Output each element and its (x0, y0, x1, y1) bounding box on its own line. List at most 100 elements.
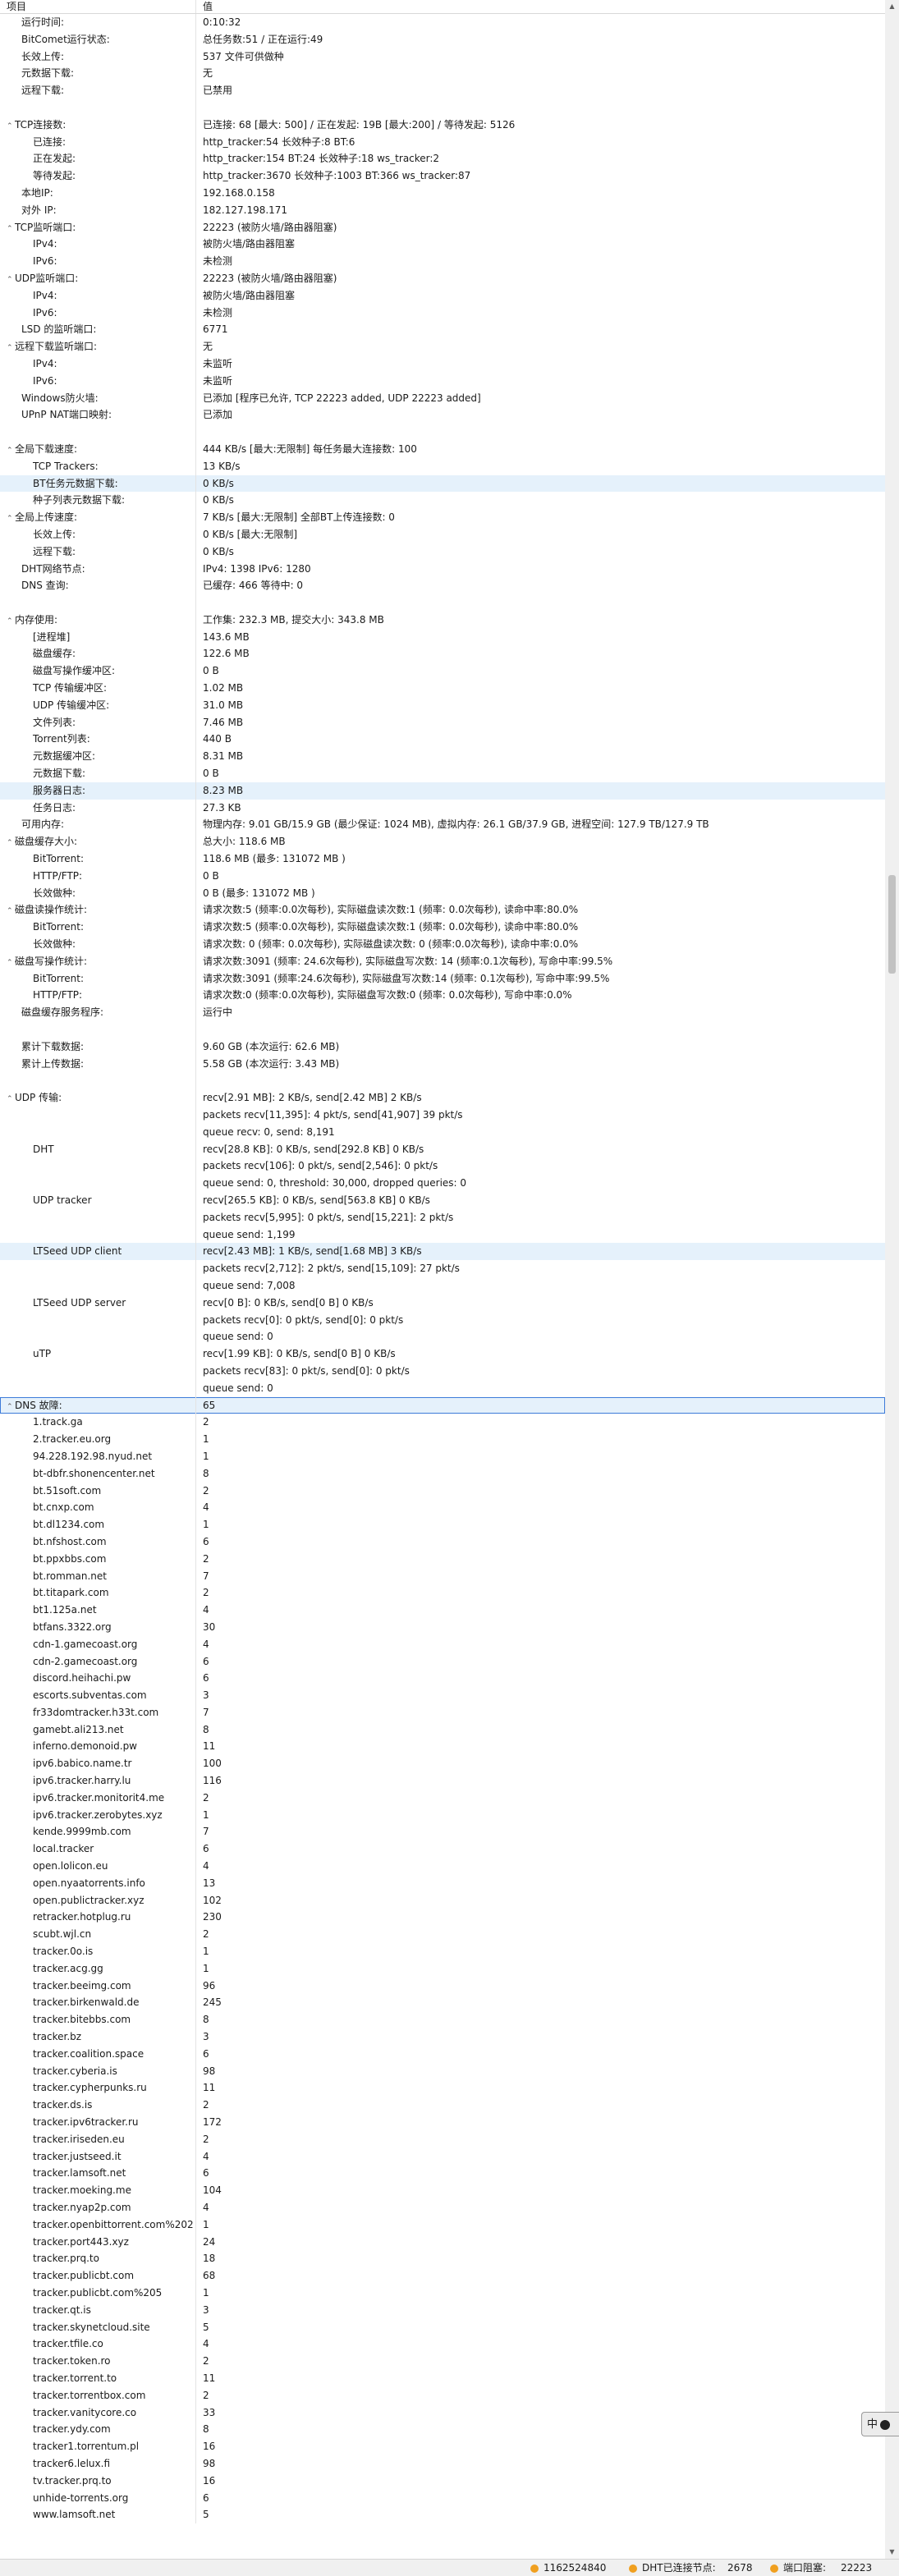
table-row[interactable]: DNS 查询: 已缓存: 466 等待中: 0 (0, 577, 885, 595)
table-row[interactable]: local.tracker 6 (0, 1840, 885, 1859)
table-row[interactable]: tracker.qt.is 3 (0, 2301, 885, 2319)
table-row[interactable]: 元数据缓冲区: 8.31 MB (0, 748, 885, 766)
table-row[interactable] (0, 424, 885, 441)
table-row[interactable]: packets recv[0]: 0 pkt/s, send[0]: 0 pkt… (0, 1311, 885, 1329)
table-row[interactable]: Windows防火墙: 已添加 [程序已允许, TCP 22223 added, … (0, 389, 885, 407)
table-row[interactable]: queue send: 1,199 (0, 1226, 885, 1244)
table-row[interactable]: tracker.openbittorrent.com%202 1 (0, 2216, 885, 2234)
table-row[interactable]: tracker.0o.is 1 (0, 1943, 885, 1960)
table-row[interactable]: 远程下载: 已禁用 (0, 82, 885, 99)
collapse-toggle-icon[interactable]: ⌃ (7, 272, 15, 287)
column-header-item[interactable]: 项目 (0, 0, 196, 13)
table-row[interactable]: 磁盘缓存: 122.6 MB (0, 645, 885, 663)
table-row[interactable]: ⌃ 磁盘读操作统计: 请求次数:5 (频率:0.0次每秒), 实际磁盘读次数:1 (… (0, 901, 885, 919)
table-row[interactable]: BitTorrent: 请求次数:5 (频率:0.0次每秒), 实际磁盘读次数:1… (0, 919, 885, 937)
table-row[interactable]: tracker.publicbt.com 68 (0, 2267, 885, 2285)
table-row[interactable]: bt.51soft.com 2 (0, 1482, 885, 1500)
table-row[interactable]: 长效上传: 537 文件可供做种 (0, 48, 885, 66)
table-row[interactable]: tracker1.torrentum.pl 16 (0, 2438, 885, 2455)
table-row[interactable]: tracker.birkenwald.de 245 (0, 1994, 885, 2012)
table-row[interactable]: IPv6: 未检测 (0, 253, 885, 270)
table-row[interactable]: ipv6.tracker.zerobytes.xyz 1 (0, 1806, 885, 1824)
table-row[interactable]: 累计下载数据: 9.60 GB (本次运行: 62.6 MB) (0, 1038, 885, 1056)
table-row[interactable]: tracker.acg.gg 1 (0, 1960, 885, 1978)
collapse-toggle-icon[interactable]: ⌃ (7, 511, 15, 526)
table-row[interactable]: fr33domtracker.h33t.com 7 (0, 1703, 885, 1721)
table-row[interactable]: TCP 传输缓冲区: 1.02 MB (0, 680, 885, 697)
table-row[interactable]: 正在发起: http_tracker:154 BT:24 长效种子:18 ws_t… (0, 150, 885, 168)
table-row[interactable]: ⌃ TCP监听端口: 22223 (被防火墙/路由器阻塞) (0, 218, 885, 236)
table-row[interactable]: ⌃ 磁盘缓存大小: 总大小: 118.6 MB (0, 833, 885, 851)
table-row[interactable]: queue send: 0 (0, 1379, 885, 1397)
table-row[interactable]: 远程下载: 0 KB/s (0, 543, 885, 561)
table-row[interactable]: tracker.token.ro 2 (0, 2353, 885, 2370)
table-row[interactable]: tv.tracker.prq.to 16 (0, 2472, 885, 2490)
collapse-toggle-icon[interactable]: ⌃ (7, 442, 15, 458)
table-row[interactable]: DHT网络节点: IPv4: 1398 IPv6: 1280 (0, 560, 885, 578)
table-row[interactable]: ⌃ 全局下载速度: 444 KB/s [最大:无限制] 每任务最大连接数: 100 (0, 440, 885, 458)
table-row[interactable]: www.lamsoft.net 5 (0, 2506, 885, 2524)
table-row[interactable]: tracker.cyberia.is 98 (0, 2062, 885, 2080)
table-row[interactable]: tracker.skynetcloud.site 5 (0, 2318, 885, 2336)
table-row[interactable] (0, 594, 885, 612)
table-row[interactable]: LTSeed UDP client recv[2.43 MB]: 1 KB/s, … (0, 1243, 885, 1261)
table-row[interactable]: [进程堆] 143.6 MB (0, 628, 885, 646)
table-row[interactable]: 1.track.ga 2 (0, 1414, 885, 1432)
table-row[interactable]: packets recv[83]: 0 pkt/s, send[0]: 0 pk… (0, 1362, 885, 1380)
table-row[interactable]: HTTP/FTP: 请求次数:0 (频率:0.0次每秒), 实际磁盘写次数:0 (… (0, 987, 885, 1005)
table-row[interactable]: tracker.torrent.to 11 (0, 2369, 885, 2387)
collapse-toggle-icon[interactable]: ⌃ (7, 613, 15, 629)
table-row[interactable]: ipv6.babico.name.tr 100 (0, 1755, 885, 1773)
table-row[interactable]: ipv6.tracker.harry.lu 116 (0, 1772, 885, 1790)
table-row[interactable]: IPv4: 被防火墙/路由器阻塞 (0, 286, 885, 305)
table-row[interactable]: tracker.vanitycore.co 33 (0, 2404, 885, 2422)
table-row[interactable]: ⌃ UDP监听端口: 22223 (被防火墙/路由器阻塞) (0, 269, 885, 287)
table-row[interactable]: bt.nfshost.com 6 (0, 1533, 885, 1551)
table-row[interactable]: 94.228.192.98.nyud.net 1 (0, 1447, 885, 1465)
table-row[interactable]: queue send: 7,008 (0, 1277, 885, 1295)
table-row[interactable]: LTSeed UDP server recv[0 B]: 0 KB/s, send… (0, 1294, 885, 1312)
table-row[interactable]: UDP 传输缓冲区: 31.0 MB (0, 696, 885, 714)
table-row[interactable]: IPv6: 未监听 (0, 372, 885, 390)
table-row[interactable]: tracker.lamsoft.net 6 (0, 2165, 885, 2183)
table-row[interactable]: 文件列表: 7.46 MB (0, 713, 885, 731)
table-row[interactable]: IPv4: 被防火墙/路由器阻塞 (0, 236, 885, 254)
table-row[interactable]: 磁盘写操作缓冲区: 0 B (0, 662, 885, 681)
table-row[interactable]: cdn-1.gamecoast.org 4 (0, 1635, 885, 1653)
table-row[interactable]: DHT recv[28.8 KB]: 0 KB/s, send[292.8 KB]… (0, 1140, 885, 1158)
table-row[interactable]: UDP tracker recv[265.5 KB]: 0 KB/s, send[… (0, 1191, 885, 1209)
table-row[interactable]: inferno.demonoid.pw 11 (0, 1738, 885, 1756)
table-row[interactable]: ⌃ 磁盘写操作统计: 请求次数:3091 (频率: 24.6次每秒), 实际磁盘写次… (0, 952, 885, 970)
collapse-toggle-icon[interactable]: ⌃ (7, 1091, 15, 1107)
table-row[interactable]: BT任务元数据下载: 0 KB/s (0, 474, 885, 493)
table-row[interactable]: 元数据下载: 0 B (0, 765, 885, 782)
table-row[interactable]: btfans.3322.org 30 (0, 1618, 885, 1636)
table-row[interactable]: discord.heihachi.pw 6 (0, 1670, 885, 1688)
table-row[interactable]: 2.tracker.eu.org 1 (0, 1431, 885, 1448)
table-row[interactable]: tracker.ds.is 2 (0, 2097, 885, 2115)
table-row[interactable]: tracker.coalition.space 6 (0, 2045, 885, 2063)
table-row[interactable]: IPv4: 未监听 (0, 355, 885, 373)
table-row[interactable] (0, 1021, 885, 1038)
table-row[interactable]: bt.cnxp.com 4 (0, 1499, 885, 1517)
scroll-down-arrow-icon[interactable]: ▼ (885, 2546, 899, 2559)
table-row[interactable]: tracker6.lelux.fi 98 (0, 2455, 885, 2473)
table-row[interactable]: tracker.beeimg.com 96 (0, 1977, 885, 1995)
vertical-scrollbar[interactable]: ▲ ▼ (885, 0, 899, 2559)
collapse-toggle-icon[interactable]: ⌃ (7, 221, 15, 236)
collapse-toggle-icon[interactable]: ⌃ (7, 903, 15, 919)
table-row[interactable]: TCP Trackers: 13 KB/s (0, 457, 885, 475)
table-row[interactable]: ⌃ 远程下载监听端口: 无 (0, 338, 885, 355)
collapse-toggle-icon[interactable]: ⌃ (7, 340, 15, 355)
table-row[interactable]: LSD 的监听端口: 6771 (0, 321, 885, 339)
table-row[interactable]: ⌃ DNS 故障: 65 (0, 1396, 885, 1414)
scroll-up-arrow-icon[interactable]: ▲ (885, 0, 899, 13)
table-row[interactable]: cdn-2.gamecoast.org 6 (0, 1652, 885, 1671)
scrollbar-thumb[interactable] (888, 875, 896, 974)
collapse-toggle-icon[interactable]: ⌃ (7, 1399, 15, 1414)
table-row[interactable]: bt.romman.net 7 (0, 1567, 885, 1585)
table-row[interactable]: tracker.bitebbs.com 8 (0, 2011, 885, 2029)
table-row[interactable]: tracker.bz 3 (0, 2028, 885, 2046)
table-row[interactable]: bt.dl1234.com 1 (0, 1516, 885, 1533)
table-row[interactable]: bt1.125a.net 4 (0, 1602, 885, 1619)
